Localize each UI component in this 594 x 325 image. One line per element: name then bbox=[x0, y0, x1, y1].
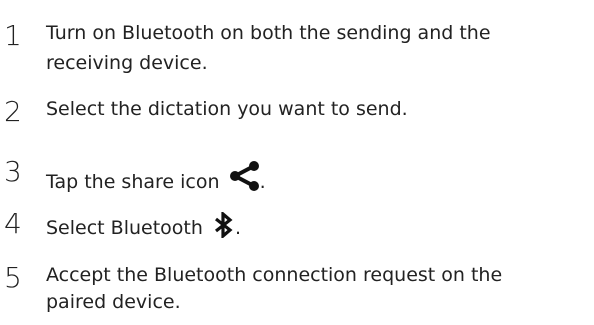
step-text-line: Tap the share icon . bbox=[46, 156, 591, 196]
share-icon bbox=[228, 160, 260, 192]
step-number: 1 bbox=[4, 19, 22, 52]
step-text-line: Accept the Bluetooth connection request … bbox=[46, 264, 503, 286]
step-text-prefix: Select Bluetooth bbox=[46, 217, 209, 239]
step-text-line: Select the dictation you want to send. bbox=[46, 98, 408, 120]
step-number: 2 bbox=[4, 95, 22, 128]
step-text-suffix: . bbox=[234, 217, 241, 239]
step-text-prefix: Tap the share icon bbox=[46, 171, 226, 193]
instruction-steps: 1 Turn on Bluetooth on both the sending … bbox=[0, 0, 594, 325]
step-text-line: Turn on Bluetooth on both the sending an… bbox=[46, 22, 491, 44]
step-text-line: Select Bluetooth . bbox=[46, 208, 591, 242]
step-number: 3 bbox=[4, 155, 22, 188]
step-text-line: receiving device. bbox=[46, 52, 208, 74]
step-number: 4 bbox=[4, 207, 22, 240]
step-text-suffix: . bbox=[259, 171, 266, 193]
step-number: 5 bbox=[4, 261, 22, 294]
bluetooth-icon bbox=[213, 212, 235, 238]
step-text-line: paired device. bbox=[46, 291, 181, 313]
